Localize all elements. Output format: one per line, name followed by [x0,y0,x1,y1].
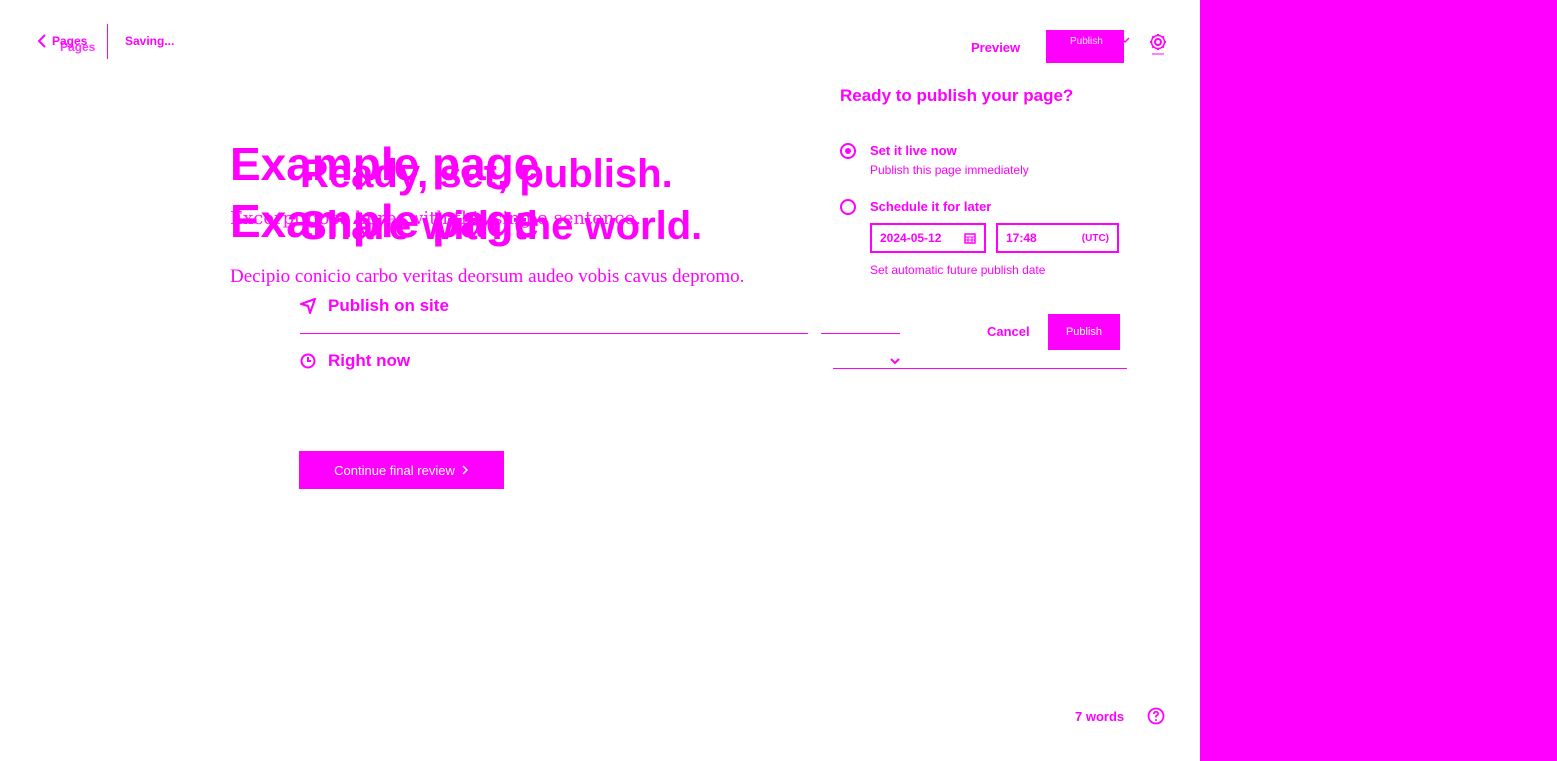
saving-status: Saving... [125,34,175,48]
header-divider [107,24,108,59]
radio-set-live-now[interactable] [840,143,856,159]
continue-label: Continue final review [334,462,455,478]
row-divider [300,333,808,334]
continue-final-review-button[interactable]: Continue final review [299,451,504,489]
publish-button[interactable]: Publish [1046,30,1130,63]
publish-time-field[interactable]: 17:48 (UTC) [996,223,1119,253]
settings-gear-icon[interactable] [1148,32,1168,56]
publish-button-label: Publish [1070,36,1103,47]
publish-on-site-label: Publish on site [328,296,449,315]
chevron-left-icon [36,34,48,48]
schedule-hint: Set automatic future publish date [870,263,1046,277]
preview-button[interactable]: Preview [971,40,1020,55]
row-divider-right [821,333,900,334]
publish-heading-line2: Share with the world. [300,204,703,248]
chevron-down-icon [1120,36,1130,44]
publish-date-value: 2024-05-12 [880,231,942,245]
timezone-label: (UTC) [1081,232,1109,244]
radio-schedule-later[interactable] [840,199,856,215]
popover-bottom-divider [833,368,1127,369]
help-icon[interactable] [1147,707,1165,725]
word-count: 7 words [1075,709,1125,724]
page-body-text[interactable]: Decipio conicio carbo veritas deorsum au… [230,266,744,288]
popover-title: Ready to publish your page? [840,86,1074,105]
caret-down-icon [889,357,901,365]
publish-on-site-row[interactable]: Publish on site [300,296,449,316]
clock-icon [300,353,316,369]
back-label-ghost: Pages [60,40,96,54]
publish-heading-line1: Ready, set, publish. [300,152,673,196]
send-icon [300,298,316,314]
publish-time-value: 17:48 [1006,231,1037,245]
popover-cancel-button[interactable]: Cancel [987,324,1030,339]
publish-time-row[interactable]: Right now [300,351,410,371]
publish-time-label: Right now [328,351,411,370]
chevron-right-icon [461,465,469,475]
calendar-icon [964,232,976,244]
option-set-live-subtitle: Publish this page immediately [870,163,1029,177]
popover-publish-button[interactable]: Publish [1048,314,1120,350]
sidebar-panel [1200,0,1557,761]
option-set-live-title[interactable]: Set it live now [870,143,957,158]
option-schedule-title[interactable]: Schedule it for later [870,199,991,214]
publish-date-field[interactable]: 2024-05-12 [870,223,986,253]
